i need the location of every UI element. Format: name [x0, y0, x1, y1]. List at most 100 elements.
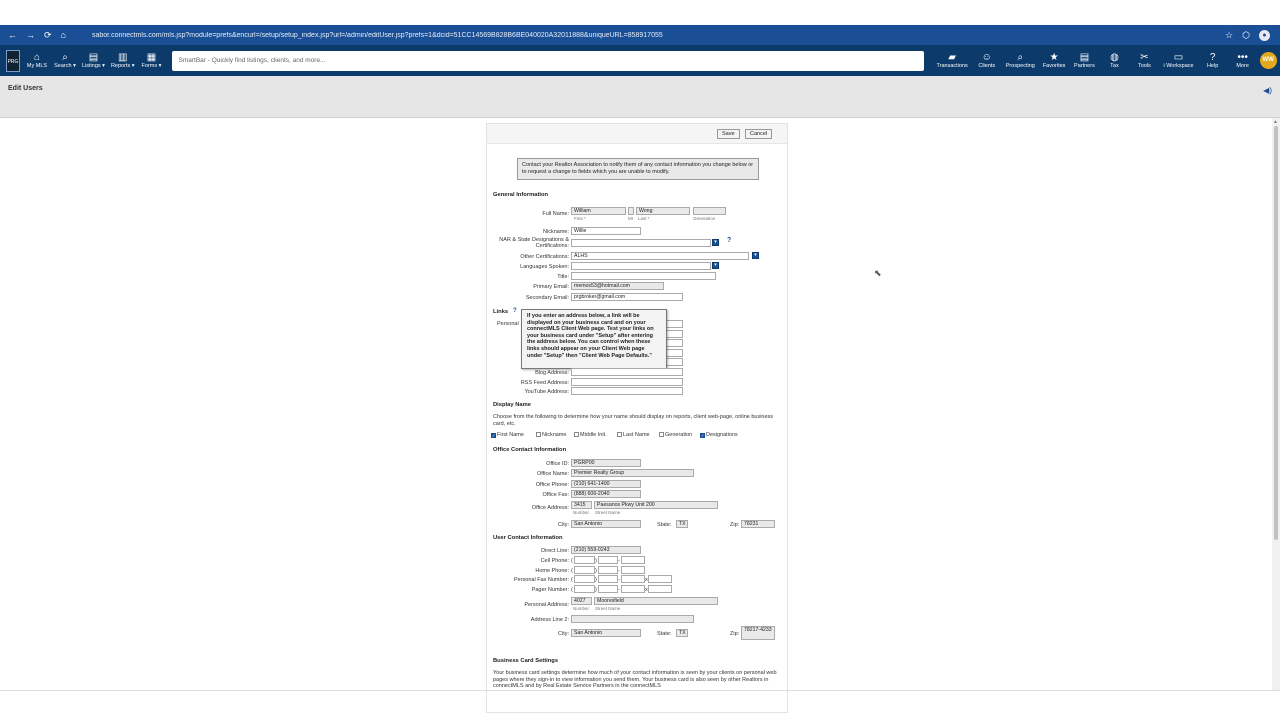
personal-address-street-field[interactable]: Mooresfield: [594, 597, 718, 605]
right-nav-icon-9: •••: [1237, 52, 1248, 63]
display-option-5[interactable]: ✓ Designations: [700, 432, 738, 438]
prefix-field-3[interactable]: [598, 585, 618, 593]
languages-dropdown-icon[interactable]: ▾: [712, 262, 719, 269]
left-nav-item-2[interactable]: ▤ Listings ▾: [82, 52, 105, 69]
right-nav-label-0: Transactions: [936, 63, 968, 69]
checkbox-icon[interactable]: [574, 432, 579, 437]
prefix-field-1[interactable]: [598, 566, 618, 574]
paren-close-1: ): [595, 568, 597, 574]
links-tooltip: If you enter an address below, a link wi…: [521, 309, 667, 369]
left-nav-label-3: Reports ▾: [110, 63, 135, 69]
secondary-email-field[interactable]: prgbroker@gmail.com: [571, 293, 683, 301]
brand-logo[interactable]: PRG: [6, 49, 20, 72]
rss-feed-field[interactable]: [571, 378, 683, 386]
display-option-4[interactable]: Generation: [659, 432, 692, 438]
other-certifications-field[interactable]: ALHS: [571, 252, 749, 260]
area-code-field-0[interactable]: [574, 556, 595, 564]
right-nav-item-9[interactable]: ••• More: [1232, 52, 1254, 69]
right-nav-icon-0: ▰: [948, 52, 956, 63]
right-nav-item-3[interactable]: ★ Favorites: [1043, 52, 1066, 69]
checkbox-icon[interactable]: [536, 432, 541, 437]
nickname-field[interactable]: Willie: [571, 227, 641, 235]
middle-initial-field[interactable]: [628, 207, 634, 215]
line-number-field-3[interactable]: [621, 585, 645, 593]
area-code-field-3[interactable]: [574, 585, 595, 593]
help-question-icon[interactable]: ?: [727, 237, 731, 244]
personal-city-field[interactable]: San Antonio: [571, 629, 641, 637]
reload-icon[interactable]: ⟳: [44, 30, 52, 41]
address-bar[interactable]: sabor.connectmls.com/mls.jsp?module=pref…: [92, 32, 1225, 39]
personal-city-label: City:: [558, 631, 569, 637]
nar-designations-field[interactable]: [571, 239, 711, 247]
left-nav-item-3[interactable]: ▥ Reports ▾: [111, 52, 135, 69]
left-nav-item-0[interactable]: ⌂ My MLS: [26, 52, 48, 69]
left-nav-item-1[interactable]: ⌕ Search ▾: [54, 52, 76, 69]
extensions-icon[interactable]: ⬡: [1242, 30, 1250, 41]
display-option-1[interactable]: Nickname: [536, 432, 566, 438]
checkbox-icon[interactable]: [617, 432, 622, 437]
user-avatar[interactable]: WW: [1259, 52, 1277, 69]
speaker-icon[interactable]: ◀): [1263, 86, 1272, 95]
office-id-label: Office ID:: [546, 461, 569, 467]
title-field[interactable]: [571, 272, 716, 280]
scrollbar-thumb[interactable]: [1274, 126, 1278, 540]
right-nav-item-1[interactable]: ☺ Clients: [976, 52, 998, 69]
right-nav-item-8[interactable]: ? Help: [1202, 52, 1224, 69]
section-general: General Information: [493, 192, 549, 198]
display-option-2[interactable]: Middle Init.: [574, 432, 607, 438]
languages-field[interactable]: [571, 262, 711, 270]
right-nav-label-6: Tools: [1138, 63, 1151, 69]
left-nav-item-4[interactable]: ▦ Forms ▾: [140, 52, 162, 69]
business-card-description: Your business card settings determine ho…: [493, 670, 777, 689]
last-name-field[interactable]: Wong: [636, 207, 690, 215]
checkbox-icon[interactable]: ✓: [491, 433, 496, 438]
scroll-up-icon[interactable]: ▲: [1273, 119, 1278, 125]
prefix-field-2[interactable]: [598, 575, 618, 583]
prefix-field-0[interactable]: [598, 556, 618, 564]
line-number-field-1[interactable]: [621, 566, 645, 574]
other-cert-dropdown-icon[interactable]: ▾: [752, 252, 759, 259]
extension-field-3[interactable]: [648, 585, 672, 593]
line-number-field-2[interactable]: [621, 575, 645, 583]
rss-label: RSS Feed Address:: [520, 380, 569, 386]
forward-icon[interactable]: →: [26, 30, 35, 41]
checkbox-icon[interactable]: [659, 432, 664, 437]
home-icon[interactable]: ⌂: [61, 30, 66, 41]
display-option-0[interactable]: ✓ First Name: [491, 432, 524, 438]
right-nav-item-6[interactable]: ✂ Tools: [1133, 52, 1155, 69]
right-nav-item-0[interactable]: ▰ Transactions: [936, 52, 967, 69]
generation-field[interactable]: [693, 207, 726, 215]
address-line-2-label: Address Line 2:: [530, 617, 569, 623]
languages-label: Languages Spoken:: [520, 264, 569, 270]
address-line-2-field[interactable]: [571, 615, 694, 623]
first-name-field[interactable]: William: [571, 207, 626, 215]
page-title: Edit Users: [8, 85, 43, 92]
personal-address-number-field[interactable]: 4027: [571, 597, 592, 605]
checkbox-icon[interactable]: ✓: [700, 433, 705, 438]
blog-label: Blog Address:: [535, 370, 569, 376]
right-nav-item-5[interactable]: ◍ Tax: [1103, 52, 1125, 69]
personal-zip-field[interactable]: 78217-4233: [741, 626, 775, 640]
display-option-3[interactable]: Last Name: [617, 432, 650, 438]
line-number-field-0[interactable]: [621, 556, 645, 564]
area-code-field-1[interactable]: [574, 566, 595, 574]
blog-address-field[interactable]: [571, 368, 683, 376]
back-icon[interactable]: ←: [8, 30, 17, 41]
bookmark-star-icon[interactable]: ☆: [1225, 30, 1233, 41]
right-nav-item-4[interactable]: ▤ Partners: [1073, 52, 1095, 69]
profile-icon[interactable]: ●: [1259, 29, 1270, 41]
nar-dropdown-icon[interactable]: ▾: [712, 239, 719, 246]
primary-email-field[interactable]: memos53@hotmail.com: [571, 282, 664, 290]
right-nav-item-7[interactable]: ▭ i Workspace: [1163, 52, 1193, 69]
extension-field-2[interactable]: [648, 575, 672, 583]
links-help-icon[interactable]: ?: [513, 308, 517, 314]
personal-street-sublabel: Street Name: [595, 606, 621, 611]
save-button[interactable]: Save: [717, 129, 740, 139]
right-nav-item-2[interactable]: ⌕ Prospecting: [1006, 52, 1035, 69]
vertical-scrollbar[interactable]: ▲: [1272, 118, 1280, 690]
youtube-address-field[interactable]: [571, 387, 683, 395]
smartbar-input[interactable]: SmartBar - Quickly find listings, client…: [172, 50, 925, 71]
cancel-button[interactable]: Cancel: [745, 129, 773, 139]
area-code-field-2[interactable]: [574, 575, 595, 583]
personal-state-field[interactable]: TX: [676, 629, 688, 637]
